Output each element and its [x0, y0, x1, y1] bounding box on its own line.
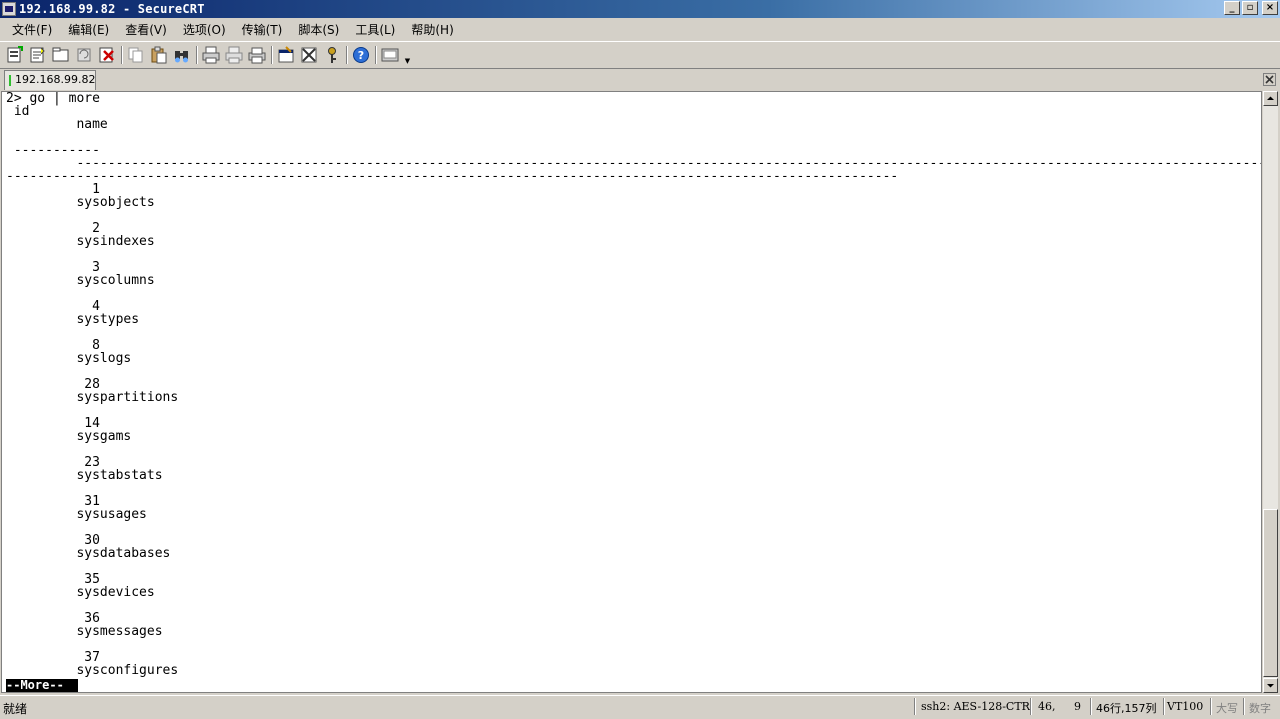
securecrt-app-icon[interactable]: [2, 2, 16, 16]
pager-more-prompt: --More--: [6, 679, 78, 692]
scroll-up-button[interactable]: [1263, 91, 1278, 106]
close-button[interactable]: ×: [1262, 1, 1278, 15]
terminal-screen[interactable]: 2> go | more id name ----------- -------…: [1, 91, 1262, 693]
session-tab[interactable]: 192.168.99.82: [4, 70, 96, 90]
status-num-lock: 数字: [1249, 702, 1271, 715]
keymap-icon[interactable]: [322, 45, 342, 65]
minimize-button[interactable]: _: [1224, 1, 1240, 15]
session-tab-label: 192.168.99.82: [15, 73, 96, 86]
status-divider: [1243, 698, 1245, 715]
arrow-up-icon: [1267, 96, 1274, 100]
status-divider: [1210, 698, 1212, 715]
menu-view[interactable]: 查看(V): [119, 21, 173, 38]
print-setup-icon[interactable]: [224, 45, 244, 65]
print-icon[interactable]: [201, 45, 221, 65]
toolbar: ? ▼: [0, 41, 1280, 68]
status-cursor-col: 9: [1074, 700, 1081, 713]
session-options-icon[interactable]: [276, 45, 296, 65]
scroll-down-button[interactable]: [1263, 678, 1278, 693]
reconnect-icon[interactable]: [74, 45, 94, 65]
menu-file[interactable]: 文件(F): [6, 21, 58, 38]
status-caps-lock: 大写: [1216, 702, 1238, 715]
close-icon: [1265, 75, 1274, 84]
keyboard-icon[interactable]: [380, 45, 400, 65]
copy-icon[interactable]: [126, 45, 146, 65]
status-divider: [1090, 698, 1092, 715]
toolbar-separator: [121, 46, 123, 64]
status-protocol: ssh2: AES-128-CTR: [921, 700, 1030, 713]
status-cursor-row: 46,: [1038, 700, 1056, 713]
vertical-scrollbar[interactable]: [1263, 91, 1278, 693]
help-icon[interactable]: ?: [351, 45, 371, 65]
toolbar-overflow-arrow-icon[interactable]: ▼: [403, 45, 412, 65]
title-bar: 192.168.99.82 - SecureCRT _ ▫ ×: [0, 0, 1280, 18]
maximize-button[interactable]: ▫: [1242, 1, 1258, 15]
status-terminal-type: VT100: [1167, 700, 1204, 713]
quick-connect-icon[interactable]: [28, 45, 48, 65]
status-ready: 就绪: [3, 702, 28, 716]
menu-tools[interactable]: 工具(L): [349, 21, 401, 38]
status-bar: 就绪 ssh2: AES-128-CTR 46, 9 46行,157列 VT10…: [0, 695, 1280, 717]
toolbar-separator: [346, 46, 348, 64]
menu-options[interactable]: 选项(O): [177, 21, 232, 38]
menu-edit[interactable]: 编辑(E): [62, 21, 115, 38]
connect-in-tab-icon[interactable]: [51, 45, 71, 65]
paste-icon[interactable]: [149, 45, 169, 65]
close-tab-button[interactable]: [1263, 73, 1276, 86]
svg-text:?: ?: [358, 49, 364, 62]
toolbar-separator: [196, 46, 198, 64]
session-tab-bar: 192.168.99.82: [0, 68, 1280, 90]
disconnect-icon[interactable]: [97, 45, 117, 65]
scrollbar-thumb[interactable]: [1263, 509, 1278, 677]
status-divider: [1163, 698, 1165, 715]
window-controls: _ ▫ ×: [1224, 1, 1278, 15]
toolbar-separator: [375, 46, 377, 64]
terminal-output: 2> go | more id name ----------- -------…: [6, 91, 1262, 678]
menu-script[interactable]: 脚本(S): [292, 21, 345, 38]
toolbar-separator: [271, 46, 273, 64]
find-icon[interactable]: [172, 45, 192, 65]
status-terminal-size: 46行,157列: [1096, 702, 1157, 715]
menu-bar: 文件(F) 编辑(E) 查看(V) 选项(O) 传输(T) 脚本(S) 工具(L…: [0, 18, 1280, 40]
status-divider: [914, 698, 916, 715]
menu-help[interactable]: 帮助(H): [405, 21, 459, 38]
connect-icon[interactable]: [5, 45, 25, 65]
status-divider: [1030, 698, 1032, 715]
arrow-down-icon: [1267, 684, 1274, 688]
window-title: 192.168.99.82 - SecureCRT: [19, 2, 205, 16]
print-selection-icon[interactable]: [247, 45, 267, 65]
menu-transfer[interactable]: 传输(T): [236, 21, 289, 38]
global-options-icon[interactable]: [299, 45, 319, 65]
